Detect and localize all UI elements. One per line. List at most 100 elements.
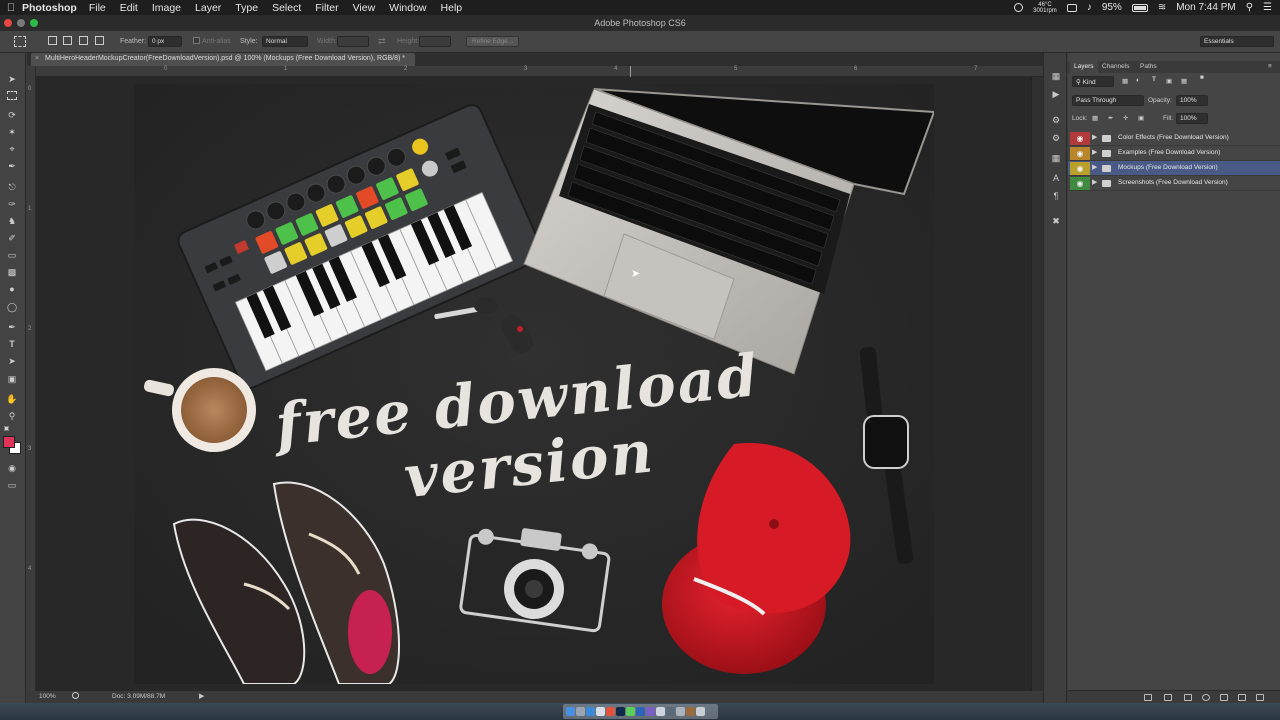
workspace-select[interactable]: Essentials	[1200, 36, 1274, 47]
layer-row[interactable]: ◉ ▶ Color Effects (Free Download Version…	[1068, 131, 1280, 146]
menu-window[interactable]: Window	[389, 2, 426, 14]
lock-position-icon[interactable]: ✛	[1123, 114, 1128, 122]
volume-icon[interactable]: ♪	[1087, 2, 1092, 13]
menu-select[interactable]: Select	[272, 2, 301, 14]
info-panel-icon[interactable]: ⚙	[1049, 115, 1063, 127]
shape-tool-icon[interactable]: ▣	[6, 373, 18, 385]
history-panel-icon[interactable]: ▦	[1049, 71, 1063, 83]
launchpad-icon[interactable]	[576, 707, 585, 716]
expand-arrow-icon[interactable]: ▶	[1092, 163, 1097, 171]
trash-icon[interactable]	[696, 707, 705, 716]
new-layer-icon[interactable]	[1238, 694, 1246, 701]
move-tool-icon[interactable]: ➤	[6, 73, 18, 85]
brush-tool-icon[interactable]: ✑	[6, 198, 18, 210]
layer-style-icon[interactable]	[1164, 694, 1172, 701]
marquee-tool-preset-icon[interactable]	[14, 36, 26, 47]
quick-mask-icon[interactable]: ◉	[6, 462, 18, 474]
safari-icon[interactable]	[586, 707, 595, 716]
crop-tool-icon[interactable]: ⌖	[6, 143, 18, 155]
subtract-selection-icon[interactable]	[79, 36, 88, 45]
feather-input[interactable]: 0 px	[148, 36, 182, 47]
quick-select-tool-icon[interactable]: ✶	[6, 126, 18, 138]
foreground-color-swatch[interactable]	[3, 436, 15, 448]
swap-dimensions-icon[interactable]: ⇄	[378, 36, 386, 47]
antialias-checkbox[interactable]	[193, 37, 200, 44]
expand-arrow-icon[interactable]: ▶	[1092, 178, 1097, 186]
clone-stamp-tool-icon[interactable]: ♞	[6, 215, 18, 227]
document-tab[interactable]: × MultiHeroHeaderMockupCreator(FreeDownl…	[31, 53, 416, 66]
record-icon[interactable]	[1014, 3, 1024, 12]
layer-mask-icon[interactable]	[1184, 694, 1192, 701]
lock-all-icon[interactable]: ▣	[1138, 114, 1144, 122]
battery-icon[interactable]	[1131, 3, 1148, 12]
zoom-level[interactable]: 100%	[39, 693, 56, 700]
default-colors-icon[interactable]: ▣	[3, 425, 10, 432]
path-selection-tool-icon[interactable]: ➤	[6, 355, 18, 367]
apple-icon[interactable]: 	[0, 2, 22, 14]
layer-row[interactable]: ◉ ▶ Examples (Free Download Version)	[1068, 146, 1280, 161]
menu-filter[interactable]: Filter	[315, 2, 338, 14]
actions-panel-icon[interactable]: ▶	[1049, 89, 1063, 101]
horizontal-ruler[interactable]: 0 1 2 3 4 5 6 7	[36, 66, 1043, 77]
menu-view[interactable]: View	[353, 2, 376, 14]
tab-layers[interactable]: Layers	[1070, 61, 1098, 73]
properties-panel-icon[interactable]: ⚙	[1049, 133, 1063, 145]
photoshop-icon[interactable]	[616, 707, 625, 716]
blend-mode-select[interactable]: Pass Through	[1072, 95, 1144, 106]
tab-paths[interactable]: Paths	[1140, 63, 1157, 70]
app-icon[interactable]	[686, 707, 695, 716]
lock-image-icon[interactable]: ✒	[1108, 114, 1113, 122]
layer-row[interactable]: ◉ ▶ Screenshots (Free Download Version)	[1068, 176, 1280, 191]
spotlight-icon[interactable]: ⚲	[1246, 2, 1253, 13]
hand-tool-icon[interactable]: ✋	[6, 393, 18, 405]
app-icon[interactable]	[646, 707, 655, 716]
canvas-vertical-scrollbar[interactable]	[1031, 77, 1043, 691]
filter-shape-icon[interactable]: ▣	[1166, 77, 1172, 85]
link-layers-icon[interactable]	[1144, 694, 1152, 701]
adjustment-layer-icon[interactable]	[1202, 694, 1210, 701]
menu-type[interactable]: Type	[235, 2, 258, 14]
menu-help[interactable]: Help	[441, 2, 463, 14]
app-icon[interactable]	[636, 707, 645, 716]
zoom-tool-icon[interactable]: ⚲	[6, 410, 18, 422]
gradient-tool-icon[interactable]: ▩	[6, 266, 18, 278]
visibility-eye-icon[interactable]: ◉	[1070, 132, 1090, 145]
status-menu-arrow-icon[interactable]: ▶	[199, 692, 204, 700]
menu-file[interactable]: File	[89, 2, 106, 14]
healing-brush-tool-icon[interactable]: ⎋	[6, 181, 18, 193]
visibility-eye-icon[interactable]: ◉	[1070, 147, 1090, 160]
layer-row-selected[interactable]: ◉ ▶ Mockups (Free Download Version)	[1068, 161, 1280, 176]
tab-channels[interactable]: Channels	[1102, 63, 1129, 70]
panel-menu-icon[interactable]: ≡	[1268, 63, 1272, 70]
visibility-eye-icon[interactable]: ◉	[1070, 162, 1090, 175]
pasteboard[interactable]: free download version ➤	[36, 77, 1043, 691]
menu-layer[interactable]: Layer	[195, 2, 221, 14]
filter-type-icon[interactable]: T	[1152, 76, 1156, 83]
new-selection-icon[interactable]	[48, 36, 57, 45]
fill-input[interactable]: 100%	[1176, 113, 1208, 124]
paragraph-panel-icon[interactable]: ¶	[1049, 191, 1063, 203]
lock-transparent-icon[interactable]: ▦	[1092, 114, 1098, 122]
messages-icon[interactable]	[626, 707, 635, 716]
filter-adjustment-icon[interactable]: ◐	[1136, 77, 1140, 84]
character-panel-icon[interactable]: A	[1049, 173, 1063, 185]
app-icon[interactable]	[656, 707, 665, 716]
close-tab-icon[interactable]: ×	[35, 55, 39, 62]
expand-arrow-icon[interactable]: ▶	[1092, 148, 1097, 156]
vertical-ruler[interactable]: 0 1 2 3 4	[27, 66, 36, 691]
history-brush-tool-icon[interactable]: ✐	[6, 232, 18, 244]
clock[interactable]: Mon 7:44 PM	[1176, 2, 1235, 13]
eraser-tool-icon[interactable]: ▭	[6, 249, 18, 261]
screen-mode-icon[interactable]: ▭	[6, 479, 18, 491]
delete-layer-icon[interactable]	[1256, 694, 1264, 701]
status-icon[interactable]	[72, 692, 79, 699]
marquee-tool-icon[interactable]	[7, 91, 17, 100]
visibility-eye-icon[interactable]: ◉	[1070, 177, 1090, 190]
filter-pixel-icon[interactable]: ▩	[1122, 77, 1128, 85]
opacity-input[interactable]: 100%	[1176, 95, 1208, 106]
new-group-icon[interactable]	[1220, 694, 1228, 701]
finder-icon[interactable]	[566, 707, 575, 716]
eyedropper-tool-icon[interactable]: ✒	[6, 160, 18, 172]
document-canvas[interactable]: free download version ➤	[134, 84, 934, 684]
style-select[interactable]: Normal	[262, 36, 308, 47]
